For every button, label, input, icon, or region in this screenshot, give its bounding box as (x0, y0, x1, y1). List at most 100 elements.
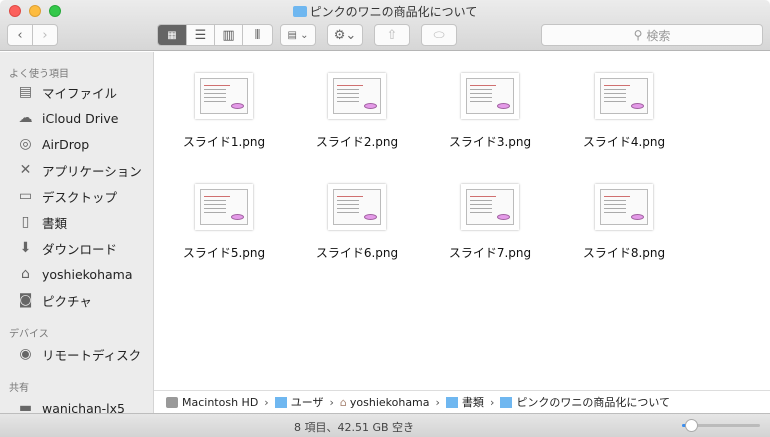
sidebar-item-documents[interactable]: ▯ 書類 (17, 212, 67, 232)
finder-window: ピンクのワニの商品化について ‹ › ▦ ☰ ▥ ⫴ ▤ ⌄ ⚙⌄ ⇧ ⬭ ⚲ 検… (0, 0, 770, 437)
file-name: スライド1.png (182, 135, 266, 149)
slide-text-line (604, 212, 626, 213)
sidebar-item-label: 書類 (42, 215, 68, 231)
slide-thumbnail (595, 184, 653, 230)
arrange-button[interactable]: ▤ ⌄ (280, 24, 316, 46)
window-title-text: ピンクのワニの商品化について (309, 5, 478, 19)
slide-text-line (337, 97, 359, 98)
slide-text-line (337, 208, 359, 209)
sidebar-item-label: AirDrop (42, 136, 90, 152)
slide-text-line (470, 208, 492, 209)
file-item[interactable]: スライド4.png (564, 73, 684, 150)
file-item[interactable]: スライド1.png (164, 73, 284, 150)
sidebar-item-applications[interactable]: ✕ アプリケーション (17, 160, 142, 180)
back-button[interactable]: ‹ (7, 24, 33, 46)
title-bar: ピンクのワニの商品化について ‹ › ▦ ☰ ▥ ⫴ ▤ ⌄ ⚙⌄ ⇧ ⬭ ⚲ 検… (0, 0, 770, 51)
sidebar-item-label: yoshiekohama (42, 266, 133, 282)
sidebar-item-desktop[interactable]: ▭ デスクトップ (17, 186, 117, 206)
croc-image (631, 214, 644, 220)
slide-text-line (604, 101, 626, 102)
view-mode-segmented[interactable]: ▦ ☰ ▥ ⫴ (157, 24, 273, 46)
icon-view-button[interactable]: ▦ (158, 25, 187, 45)
path-item[interactable]: Macintosh HD (182, 396, 258, 409)
slide-text-line (604, 97, 626, 98)
sidebar-heading-favorites: よく使う項目 (9, 69, 69, 80)
file-name: スライド6.png (315, 246, 399, 260)
path-separator-icon: › (489, 395, 495, 409)
file-item[interactable]: スライド7.png (430, 184, 550, 261)
forward-button[interactable]: › (32, 24, 58, 46)
home-icon: ⌂ (21, 266, 30, 282)
share-button[interactable]: ⇧ (374, 24, 410, 46)
share-icon: ⇧ (386, 27, 398, 43)
coverflow-icon: ⫴ (254, 27, 261, 43)
search-input[interactable]: ⚲ 検索 (541, 24, 763, 46)
grid-icon: ▦ (167, 29, 177, 41)
tag-button[interactable]: ⬭ (421, 24, 457, 46)
slide-thumbnail (195, 73, 253, 119)
sidebar-item-all-files[interactable]: ▤ マイファイル (17, 82, 117, 102)
slide-text-line (470, 200, 492, 201)
cloud-icon: ☁ (18, 110, 33, 126)
documents-icon: ▯ (21, 214, 30, 230)
camera-icon: ◙ (18, 292, 33, 308)
list-view-button[interactable]: ☰ (187, 25, 215, 45)
coverflow-view-button[interactable]: ⫴ (243, 25, 272, 45)
croc-image (364, 214, 377, 220)
sidebar-item-downloads[interactable]: ⬇ ダウンロード (17, 238, 117, 258)
path-separator-icon: › (329, 395, 334, 409)
slide-text-line (204, 208, 226, 209)
icon-size-slider[interactable] (682, 419, 760, 432)
path-item[interactable]: 書類 (462, 394, 484, 410)
file-name: スライド4.png (582, 135, 666, 149)
sidebar-item-label: デスクトップ (42, 189, 118, 205)
croc-image (631, 103, 644, 109)
sidebar-item-icloud[interactable]: ☁ iCloud Drive (17, 108, 119, 128)
file-item[interactable]: スライド2.png (297, 73, 417, 150)
path-item[interactable]: ピンクのワニの商品化について (516, 394, 670, 410)
file-item[interactable]: スライド8.png (564, 184, 684, 261)
slide-text-line (337, 212, 359, 213)
sidebar-item-label: アプリケーション (42, 163, 142, 179)
slide-text-line (470, 93, 492, 94)
path-item[interactable]: yoshiekohama (350, 396, 430, 409)
sidebar-item-pictures[interactable]: ◙ ピクチャ (17, 290, 92, 310)
search-placeholder: 検索 (646, 28, 671, 43)
sidebar-item-home[interactable]: ⌂ yoshiekohama (17, 264, 133, 284)
file-name: スライド7.png (448, 246, 532, 260)
status-bar: 8 項目、42.51 GB 空き (154, 413, 770, 437)
sidebar-item-remote-disc[interactable]: ◉ リモートディスク (17, 344, 141, 364)
sidebar-heading-devices: デバイス (9, 329, 49, 340)
columns-icon: ▥ (222, 27, 235, 43)
slider-knob[interactable] (685, 419, 699, 432)
action-button[interactable]: ⚙⌄ (327, 24, 363, 46)
slide-text-line (470, 212, 492, 213)
croc-image (231, 103, 244, 109)
chevron-right-icon: › (42, 27, 48, 43)
slide-text-line (337, 204, 359, 205)
slide-text-line (204, 204, 226, 205)
status-text: 8 項目、42.51 GB 空き (293, 421, 415, 434)
path-bar: Macintosh HD › ユーザ › ⌂ yoshiekohama › 書類 › ピン… (154, 390, 770, 413)
slide-thumbnail (595, 73, 653, 119)
slide-text-line (204, 101, 226, 102)
search-icon: ⚲ (633, 28, 643, 42)
file-item[interactable]: スライド6.png (297, 184, 417, 261)
sidebar-heading-shared: 共有 (9, 383, 29, 394)
file-name: スライド2.png (315, 135, 399, 149)
column-view-button[interactable]: ▥ (215, 25, 243, 45)
sidebar-item-airdrop[interactable]: ◎ AirDrop (17, 134, 89, 154)
path-item[interactable]: ユーザ (291, 394, 324, 410)
folder-icon (292, 6, 307, 17)
file-name: スライド8.png (582, 246, 666, 260)
sidebar-item-label: リモートディスク (42, 347, 142, 363)
sidebar-item-label: iCloud Drive (42, 110, 119, 126)
path-separator-icon: › (264, 395, 269, 409)
hard-drive-icon (166, 396, 178, 408)
file-item[interactable]: スライド5.png (164, 184, 284, 261)
desktop-icon: ▭ (18, 188, 33, 204)
file-item[interactable]: スライド3.png (430, 73, 550, 150)
sidebar-item-label: マイファイル (42, 85, 118, 101)
croc-image (497, 214, 510, 220)
applications-icon: ✕ (19, 162, 32, 178)
